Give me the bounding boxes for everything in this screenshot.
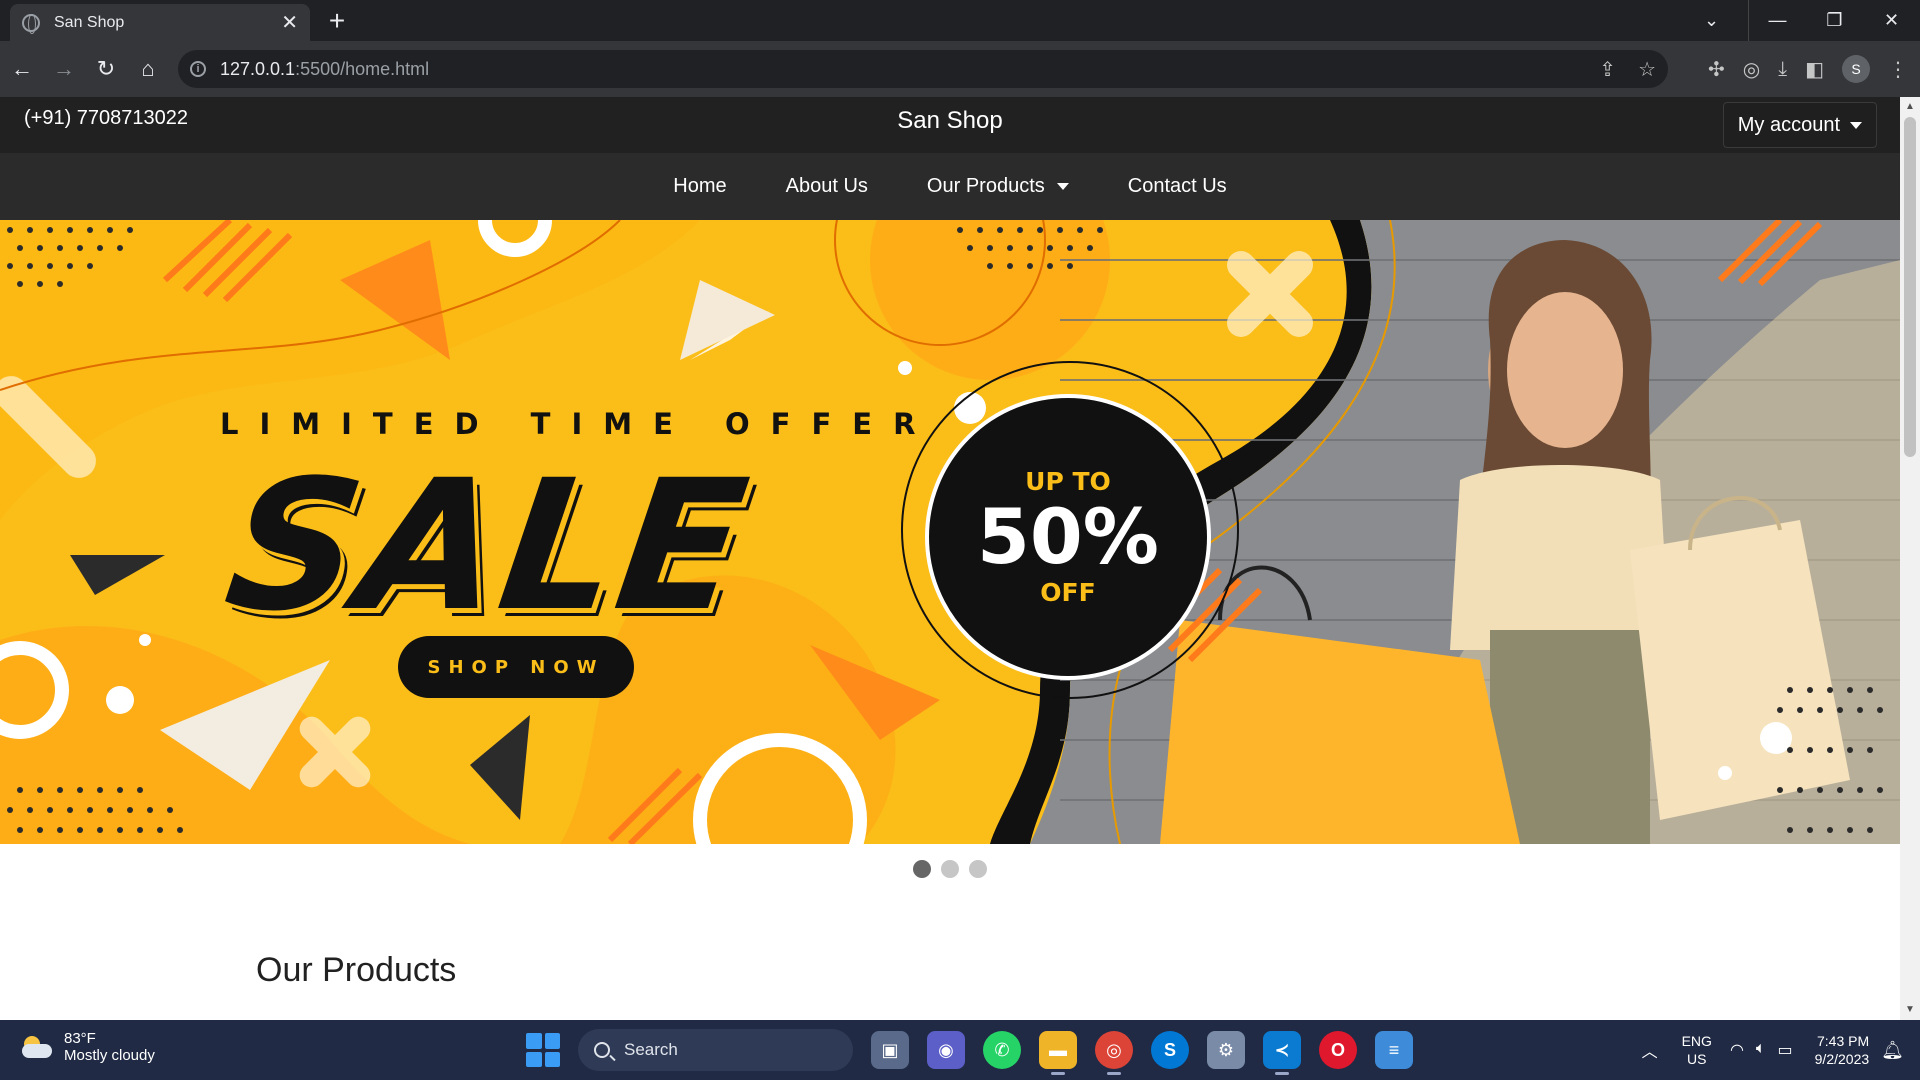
- side-panel-icon[interactable]: ◧: [1805, 57, 1824, 82]
- wifi-icon: ◠: [1729, 1042, 1744, 1059]
- close-window-button[interactable]: ✕: [1863, 0, 1920, 41]
- skype-icon[interactable]: S: [1151, 1031, 1189, 1069]
- page-scrollbar[interactable]: ▲ ▼: [1900, 97, 1920, 1020]
- site-topbar: (+91) 7708713022 San Shop My account: [0, 97, 1900, 153]
- clock[interactable]: 7:43 PM 9/2/2023: [1815, 1032, 1870, 1068]
- url-host: 127.0.0.1: [220, 58, 296, 79]
- carousel-dot-1[interactable]: [913, 860, 931, 878]
- carousel-indicators: [0, 860, 1900, 878]
- partly-cloudy-icon: [20, 1035, 54, 1060]
- back-icon[interactable]: ←: [2, 49, 42, 89]
- nav-contact-us[interactable]: Contact Us: [1128, 175, 1227, 198]
- task-view-icon[interactable]: ▣: [871, 1031, 909, 1069]
- windows-taskbar: 83°F Mostly cloudy Search ▣ ◉ ✆ ▬ ◎ S ⚙ …: [0, 1020, 1920, 1080]
- notification-bell-icon[interactable]: 🔔︎: [1881, 1040, 1904, 1061]
- our-products-heading: Our Products: [256, 951, 457, 989]
- globe-icon: [22, 13, 40, 34]
- address-bar[interactable]: i 127.0.0.1 :5500/home.html ⇪ ☆: [178, 50, 1668, 88]
- battery-icon: ▭: [1777, 1042, 1793, 1059]
- forward-icon[interactable]: →: [44, 49, 84, 89]
- taskbar-search[interactable]: Search: [578, 1029, 853, 1071]
- caret-down-icon: [1850, 121, 1862, 129]
- main-nav: Home About Us Our Products Contact Us: [0, 153, 1900, 220]
- share-icon[interactable]: ⇪: [1599, 57, 1616, 82]
- whatsapp-icon[interactable]: ✆: [983, 1031, 1021, 1069]
- vscode-icon[interactable]: ≺: [1263, 1031, 1301, 1075]
- minimize-button[interactable]: —: [1749, 0, 1806, 41]
- opera-icon[interactable]: O: [1319, 1031, 1357, 1069]
- my-account-label: My account: [1737, 113, 1840, 136]
- window-controls: ⌄ — ❐ ✕: [1683, 0, 1920, 41]
- extension-icon[interactable]: ◎: [1743, 57, 1760, 82]
- chrome-icon[interactable]: ◎: [1095, 1031, 1133, 1075]
- shop-now-button[interactable]: SHOP NOW: [398, 636, 634, 698]
- carousel-dot-3[interactable]: [969, 860, 987, 878]
- browser-tab[interactable]: San Shop ✕: [10, 4, 310, 41]
- taskbar-center: Search ▣ ◉ ✆ ▬ ◎ S ⚙ ≺ O ≡: [526, 1027, 1413, 1075]
- nav-our-products-label: Our Products: [926, 175, 1045, 197]
- clock-time: 7:43 PM: [1817, 1033, 1870, 1049]
- hero-carousel-slide[interactable]: LIMITED TIME OFFER SALE SHOP NOW UP TO 5…: [0, 220, 1900, 844]
- weather-condition: Mostly cloudy: [64, 1047, 155, 1064]
- hero-tagline: LIMITED TIME OFFER: [220, 407, 937, 441]
- tab-title: San Shop: [54, 13, 125, 31]
- browser-titlebar: San Shop ✕ + ⌄ — ❐ ✕: [0, 0, 1920, 41]
- carousel-dot-2[interactable]: [941, 860, 959, 878]
- language-code: ENG: [1681, 1033, 1712, 1049]
- file-explorer-icon[interactable]: ▬: [1039, 1031, 1077, 1075]
- weather-text: 83°F Mostly cloudy: [64, 1030, 155, 1065]
- weather-temp: 83°F: [64, 1030, 96, 1047]
- profile-avatar[interactable]: S: [1842, 55, 1870, 83]
- input-language[interactable]: ENG US: [1682, 1032, 1712, 1068]
- restore-button[interactable]: ❐: [1806, 0, 1863, 41]
- windows-start-icon[interactable]: [526, 1033, 560, 1067]
- badge-percent: 50%: [977, 492, 1159, 581]
- my-account-dropdown[interactable]: My account: [1722, 102, 1877, 148]
- menu-kebab-icon[interactable]: ⋮: [1888, 57, 1908, 82]
- scrollbar-thumb[interactable]: [1904, 117, 1916, 457]
- system-tray: ︿ ENG US ◠ 🔈︎ ▭ 7:43 PM 9/2/2023 🔔︎: [1642, 1020, 1920, 1080]
- scroll-up-icon[interactable]: ▲: [1900, 99, 1920, 115]
- web-page: (+91) 7708713022 San Shop My account Hom…: [0, 97, 1900, 1020]
- scroll-down-icon[interactable]: ▼: [1900, 1002, 1920, 1018]
- address-bar-actions: ⇪ ☆: [1599, 50, 1656, 88]
- weather-widget[interactable]: 83°F Mostly cloudy: [20, 1030, 155, 1065]
- tab-close-button[interactable]: ✕: [281, 10, 298, 35]
- teams-icon[interactable]: ◉: [927, 1031, 965, 1069]
- download-icon[interactable]: ⤓: [1778, 58, 1787, 81]
- search-icon: [594, 1042, 610, 1058]
- browser-toolbar: ← → ↻ ⌂ i 127.0.0.1 :5500/home.html ⇪ ☆ …: [0, 41, 1920, 97]
- volume-icon: 🔈︎: [1755, 1040, 1766, 1057]
- system-status-icons[interactable]: ◠ 🔈︎ ▭: [1730, 1040, 1793, 1060]
- bookmark-star-icon[interactable]: ☆: [1638, 57, 1656, 82]
- show-hidden-icons-chevron-icon[interactable]: ︿: [1642, 1038, 1658, 1062]
- nav-home[interactable]: Home: [673, 175, 726, 198]
- screen: San Shop ✕ + ⌄ — ❐ ✕ ← → ↻ ⌂ i 127.0.0.1…: [0, 0, 1920, 1080]
- settings-gear-icon[interactable]: ⚙: [1207, 1031, 1245, 1069]
- site-info-icon[interactable]: i: [190, 61, 206, 77]
- notepad-icon[interactable]: ≡: [1375, 1031, 1413, 1069]
- url-path: :5500/home.html: [295, 58, 430, 79]
- extensions-puzzle-icon[interactable]: ✣: [1708, 57, 1725, 82]
- home-icon[interactable]: ⌂: [128, 49, 168, 89]
- extension-area: ✣ ◎ ⤓ ◧ S ⋮: [1708, 49, 1908, 89]
- discount-badge: UP TO 50% OFF: [925, 394, 1211, 680]
- badge-off: OFF: [1040, 578, 1096, 607]
- taskbar-search-label: Search: [624, 1040, 678, 1059]
- nav-our-products-dropdown[interactable]: Our Products: [927, 175, 1069, 198]
- region-code: US: [1687, 1051, 1707, 1067]
- caret-down-icon: [1056, 183, 1069, 190]
- new-tab-button[interactable]: +: [322, 6, 352, 36]
- reload-icon[interactable]: ↻: [86, 49, 126, 89]
- nav-about-us[interactable]: About Us: [786, 175, 868, 198]
- clock-date: 9/2/2023: [1814, 1051, 1870, 1067]
- site-brand[interactable]: San Shop: [0, 107, 1900, 135]
- hero-headline: SALE: [215, 442, 760, 651]
- tab-search-icon[interactable]: ⌄: [1683, 0, 1740, 41]
